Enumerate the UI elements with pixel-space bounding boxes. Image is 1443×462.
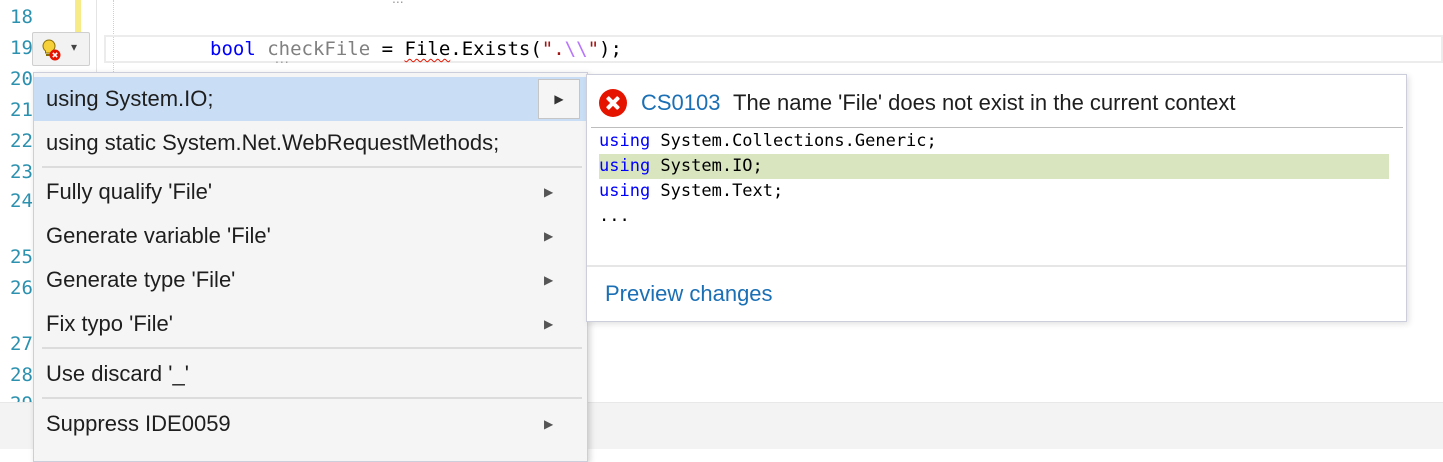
menu-item-fully-qualify[interactable]: Fully qualify 'File' ▶ xyxy=(34,170,587,214)
lightbulb-error-icon xyxy=(42,39,61,61)
submenu-arrow-icon: ▶ xyxy=(544,273,554,287)
menu-separator xyxy=(42,166,582,168)
menu-item-suppress-ide0059[interactable]: Suppress IDE0059 ▶ xyxy=(34,402,587,446)
quick-actions-menu[interactable]: using System.IO; ▶ using static System.N… xyxy=(33,72,588,462)
error-message: The name 'File' does not exist in the cu… xyxy=(733,90,1236,115)
menu-item-use-discard[interactable]: Use discard '_' xyxy=(34,352,587,396)
preview-code: using System.Collections.Generic; using … xyxy=(599,129,1399,229)
line-number: 21 xyxy=(10,99,33,121)
keyword: bool xyxy=(210,38,256,60)
keyword: using xyxy=(599,156,651,176)
submenu-arrow-icon[interactable]: ▶ xyxy=(538,79,580,119)
line-number: 20 xyxy=(10,68,33,90)
preview-header: CS0103 The name 'File' does not exist in… xyxy=(587,75,1406,129)
line-number: 25 xyxy=(10,246,33,268)
menu-item-fix-typo[interactable]: Fix typo 'File' ▶ xyxy=(34,302,587,346)
menu-item-label: Use discard '_' xyxy=(46,361,189,386)
menu-item-label: Fix typo 'File' xyxy=(46,311,173,336)
line-number: 23 xyxy=(10,161,33,183)
change-indicator xyxy=(75,0,81,36)
menu-separator xyxy=(42,347,582,349)
fix-preview-panel: CS0103 The name 'File' does not exist in… xyxy=(586,74,1407,322)
chevron-down-icon: ▾ xyxy=(71,40,78,54)
submenu-arrow-icon: ▶ xyxy=(544,185,554,199)
string-literal-open: ". xyxy=(541,38,565,60)
preview-footer-divider xyxy=(587,265,1406,267)
code-text: System.Collections.Generic; xyxy=(650,131,937,151)
error-icon xyxy=(599,89,627,117)
string-escape: \\ xyxy=(564,38,588,60)
member-call: .Exists( xyxy=(450,38,542,60)
assign-operator: = xyxy=(370,38,405,60)
code-text: ... xyxy=(599,206,630,226)
line-number: 27 xyxy=(10,333,33,355)
menu-item-label: Fully qualify 'File' xyxy=(46,179,213,204)
menu-item-label: Suppress IDE0059 xyxy=(46,411,231,436)
menu-item-using-static-webrequestmethods[interactable]: using static System.Net.WebRequestMethod… xyxy=(34,121,587,165)
menu-item-generate-type[interactable]: Generate type 'File' ▶ xyxy=(34,258,587,302)
menu-item-using-system-io[interactable]: using System.IO; ▶ xyxy=(34,77,587,121)
keyword: using xyxy=(599,181,651,201)
menu-item-label: using static System.Net.WebRequestMethod… xyxy=(46,130,500,155)
line-number: 22 xyxy=(10,130,33,152)
menu-item-label: Generate variable 'File' xyxy=(46,223,271,248)
submenu-arrow-icon: ▶ xyxy=(544,229,554,243)
menu-separator xyxy=(42,397,582,399)
string-literal-close: " xyxy=(587,38,600,60)
code-text: System.IO; xyxy=(650,156,763,176)
suggestion-dots[interactable]: ... xyxy=(275,50,290,66)
preview-changes-link[interactable]: Preview changes xyxy=(605,281,773,307)
line-number: 28 xyxy=(10,364,33,386)
menu-item-label: using System.IO; xyxy=(46,86,214,111)
code-line-19[interactable]: bool checkFile = File.Exists(".\\"); xyxy=(210,37,622,61)
preview-code-line: using System.Text; xyxy=(599,179,1399,204)
line-number: 26 xyxy=(10,277,33,299)
menu-item-label: Generate type 'File' xyxy=(46,267,236,292)
submenu-arrow-icon: ▶ xyxy=(544,417,554,431)
inline-hint-dots[interactable]: ... xyxy=(392,0,404,6)
line-number: 18 xyxy=(10,6,33,28)
preview-code-line: using System.Collections.Generic; xyxy=(599,129,1399,154)
line-number: 24 xyxy=(10,190,33,212)
quick-actions-button[interactable]: ▾ xyxy=(32,32,90,66)
error-code-link[interactable]: CS0103 xyxy=(641,90,721,116)
line-number: 19 xyxy=(10,37,33,59)
submenu-arrow-icon: ▶ xyxy=(544,317,554,331)
statement-end: ); xyxy=(599,38,622,60)
menu-item-generate-variable[interactable]: Generate variable 'File' ▶ xyxy=(34,214,587,258)
keyword: using xyxy=(599,131,651,151)
error-squiggle-identifier[interactable]: File xyxy=(405,38,451,60)
code-text: System.Text; xyxy=(650,181,784,201)
preview-divider xyxy=(591,127,1403,128)
preview-code-line-added: using System.IO; xyxy=(599,154,1389,179)
preview-code-ellipsis: ... xyxy=(599,204,1399,229)
